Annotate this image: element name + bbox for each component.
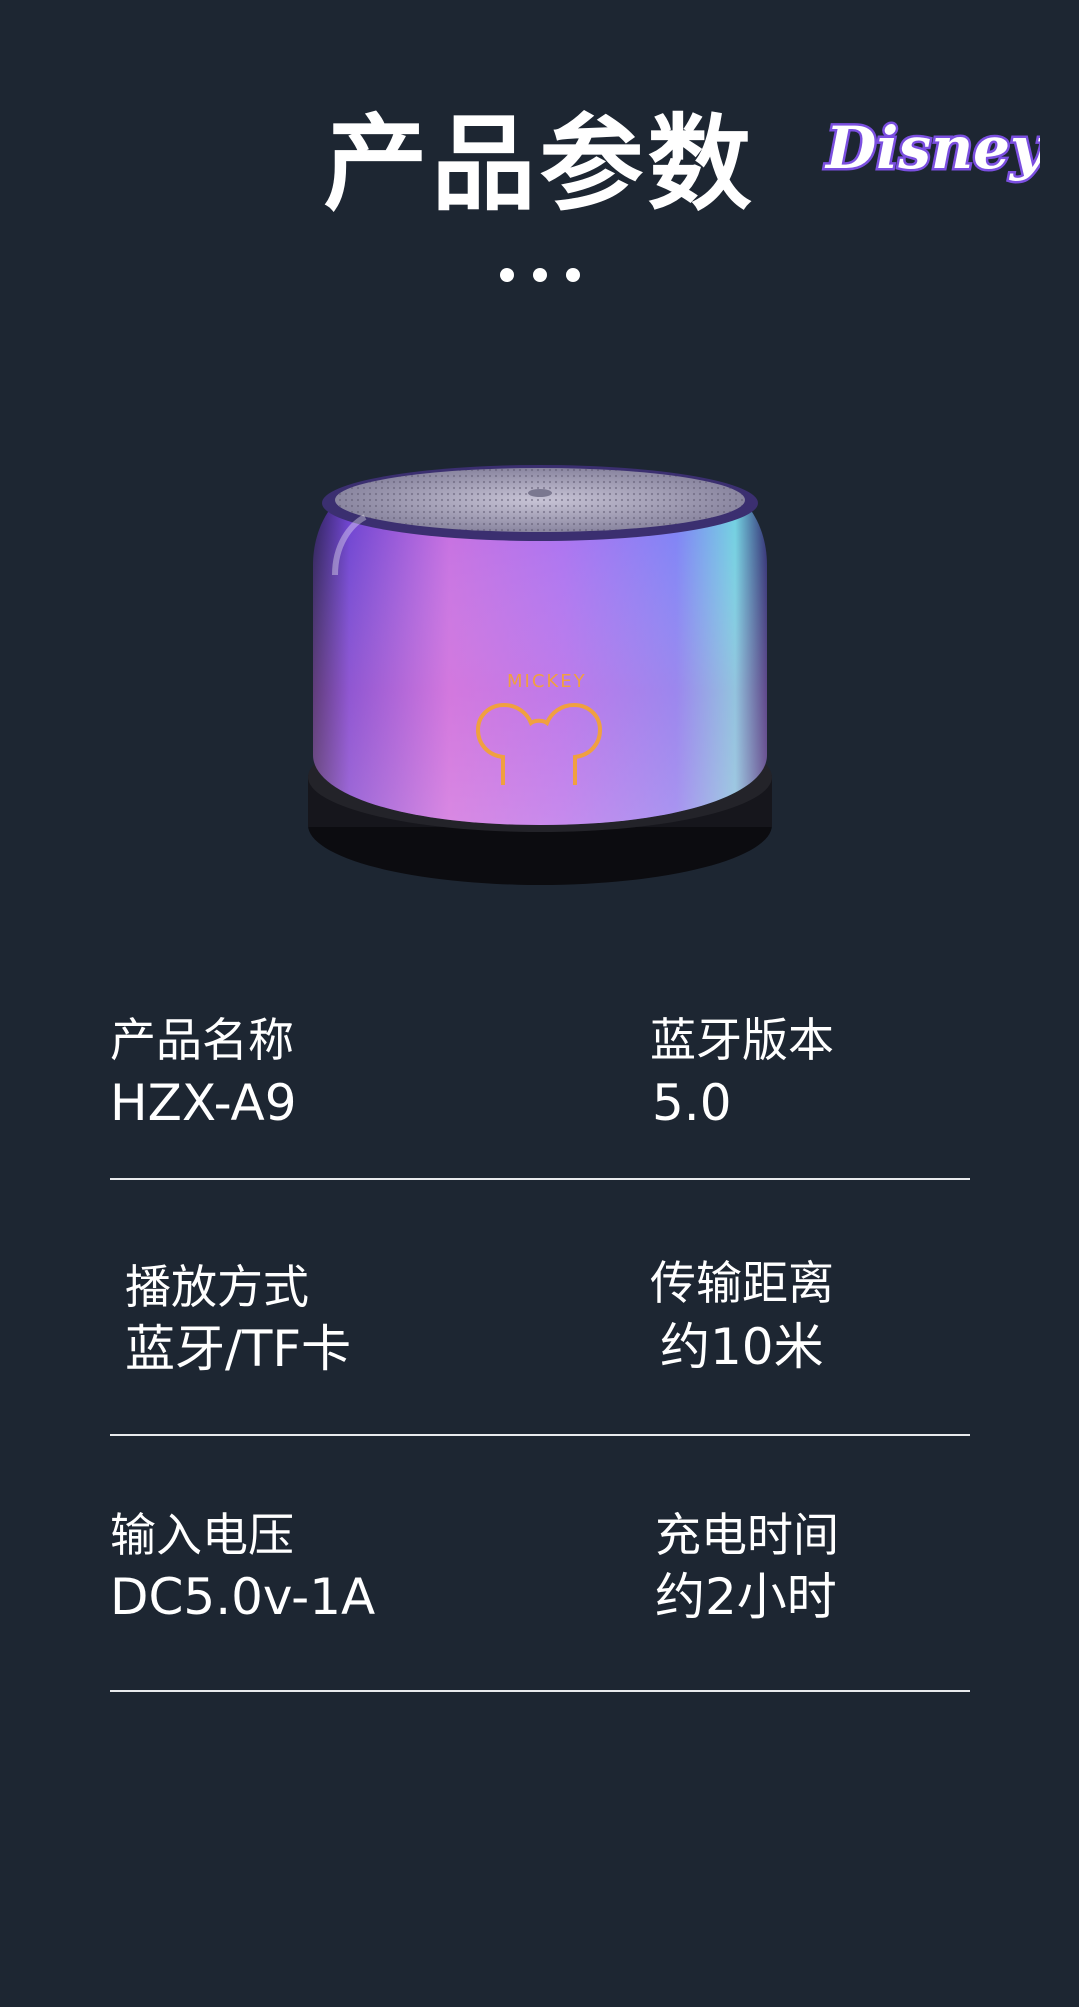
- spec-value-input-voltage: DC5.0v-1A: [110, 1568, 376, 1626]
- spec-label-transmission-distance: 传输距离: [650, 1256, 834, 1310]
- spec-value-charging-time: 约2小时: [655, 1568, 837, 1626]
- spec-value-play-mode: 蓝牙/TF卡: [125, 1320, 352, 1378]
- svg-text:Disney: Disney: [824, 114, 1040, 182]
- divider: [110, 1178, 970, 1180]
- spec-label-charging-time: 充电时间: [655, 1508, 839, 1562]
- divider: [110, 1434, 970, 1436]
- spec-label-input-voltage: 输入电压: [110, 1508, 294, 1562]
- spec-label-play-mode: 播放方式: [125, 1260, 309, 1314]
- title-dots-decoration: [500, 268, 580, 288]
- dot: [533, 268, 547, 282]
- speaker-brand-text: MICKEY: [507, 671, 587, 692]
- spec-value-bluetooth-version: 5.0: [652, 1074, 732, 1132]
- disney-logo: Disney: [822, 112, 1041, 185]
- spec-value-product-name: HZX-A9: [110, 1074, 297, 1132]
- divider: [110, 1690, 970, 1692]
- spec-value-transmission-distance: 约10米: [660, 1318, 824, 1376]
- dot: [500, 268, 514, 282]
- spec-label-bluetooth-version: 蓝牙版本: [650, 1013, 834, 1067]
- dot: [566, 268, 580, 282]
- speaker-product-image: MICKEY: [308, 465, 772, 885]
- spec-label-product-name: 产品名称: [110, 1013, 294, 1067]
